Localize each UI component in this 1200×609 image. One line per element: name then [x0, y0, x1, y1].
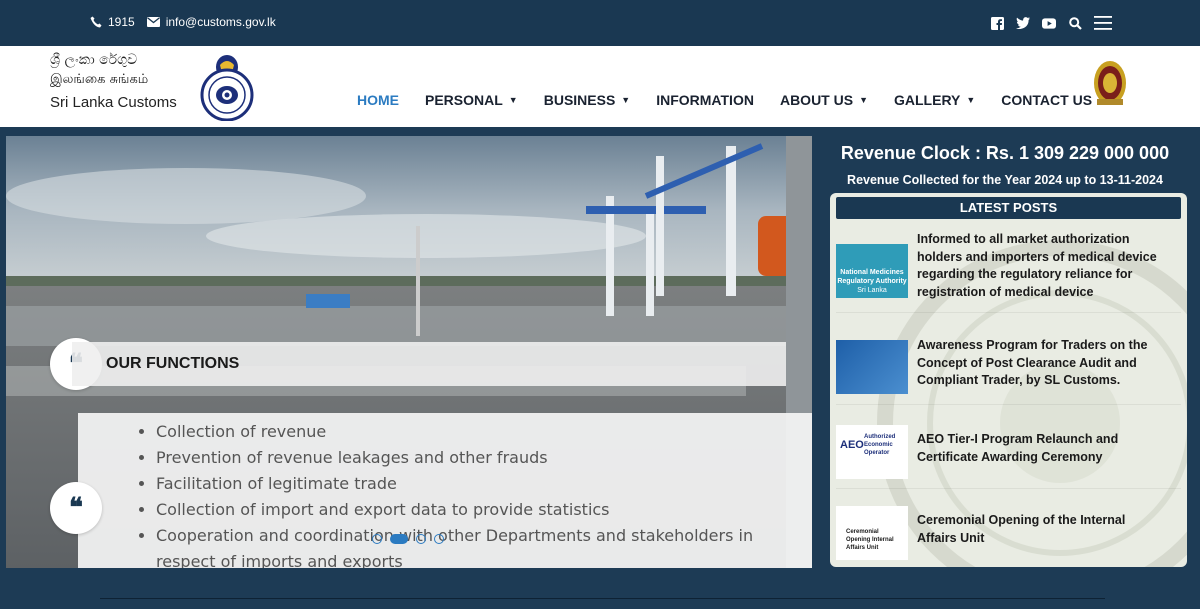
revenue-clock: Revenue Clock : Rs. 1 309 229 000 000 — [840, 143, 1170, 163]
post-title[interactable]: Informed to all market authorization hol… — [917, 231, 1167, 301]
latest-posts-panel: LATEST POSTS National Medicines Regulato… — [830, 193, 1187, 567]
logo-tamil: இலங்கை சுங்கம் — [50, 72, 149, 87]
functions-heading-bar: OUR FUNCTIONS — [72, 342, 786, 386]
facebook-icon[interactable] — [990, 16, 1004, 30]
nav-information[interactable]: INFORMATION — [643, 92, 767, 108]
aeo-logo-text: AEO — [840, 439, 864, 451]
functions-title: OUR FUNCTIONS — [106, 355, 240, 372]
function-item: Prevention of revenue leakages and other… — [156, 445, 812, 471]
post-item[interactable]: Authorized Economic Operator AEO AEO Tie… — [836, 407, 1181, 489]
caret-down-icon: ▼ — [859, 95, 868, 105]
national-emblem-icon — [1094, 61, 1126, 105]
caret-down-icon: ▼ — [621, 95, 631, 105]
nav-home-label: HOME — [357, 92, 399, 108]
post-thumbnail[interactable] — [836, 340, 908, 394]
nav-contact-us-label: CONTACT US — [1001, 92, 1093, 108]
email-link[interactable]: info@customs.gov.lk — [146, 15, 276, 29]
post-thumbnail[interactable]: Ceremonial Opening Internal Affairs Unit — [836, 506, 908, 560]
thumbnail-caption: Authorized Economic Operator — [864, 434, 896, 456]
slider-dot[interactable] — [434, 534, 444, 544]
customs-emblem-icon[interactable] — [198, 51, 256, 121]
youtube-icon[interactable] — [1042, 16, 1056, 30]
logo-english: Sri Lanka Customs — [50, 94, 177, 111]
nav-business[interactable]: BUSINESS ▼ — [531, 92, 644, 108]
phone-number: 1915 — [108, 15, 135, 29]
slider-dot[interactable] — [372, 534, 382, 544]
thumbnail-subcaption: Sri Lanka — [857, 287, 887, 294]
slider-dot[interactable] — [416, 534, 426, 544]
slider-dot-active[interactable] — [390, 534, 408, 544]
post-title[interactable]: AEO Tier-I Program Relaunch and Certific… — [917, 431, 1167, 466]
thumbnail-caption: Ceremonial Opening Internal Affairs Unit — [846, 529, 894, 551]
phone-link[interactable]: 1915 — [90, 15, 135, 29]
function-item: Collection of revenue — [156, 419, 812, 445]
function-item: Cooperation and coordination with other … — [156, 523, 812, 568]
thumbnail-caption: National Medicines Regulatory Authority — [837, 269, 907, 285]
post-title[interactable]: Awareness Program for Traders on the Con… — [917, 337, 1167, 390]
email-address: info@customs.gov.lk — [165, 15, 276, 29]
hero-slider[interactable]: ❝ OUR FUNCTIONS Collection of revenue Pr… — [6, 136, 812, 568]
nav-contact-us[interactable]: CONTACT US — [988, 92, 1105, 108]
function-item: Facilitation of legitimate trade — [156, 471, 812, 497]
main-navigation: HOME PERSONAL ▼ BUSINESS ▼ INFORMATION ABO… — [344, 92, 1105, 108]
quote-badge: ❝ — [50, 482, 102, 534]
nav-about-us[interactable]: ABOUT US ▼ — [767, 92, 881, 108]
top-bar: 1915 info@customs.gov.lk — [0, 0, 1200, 46]
post-thumbnail[interactable]: Authorized Economic Operator AEO — [836, 425, 908, 479]
envelope-icon — [146, 17, 160, 27]
slider-pagination — [372, 534, 444, 544]
twitter-icon[interactable] — [1016, 16, 1030, 30]
post-item[interactable]: National Medicines Regulatory Authority … — [836, 231, 1181, 313]
nav-home[interactable]: HOME — [344, 92, 412, 108]
search-icon[interactable] — [1068, 16, 1082, 30]
nav-information-label: INFORMATION — [656, 92, 754, 108]
nav-business-label: BUSINESS — [543, 92, 616, 108]
site-logo-text[interactable]: ශ්‍රී ලංකා රේගුව இலங்கை சுங்கம் Sri Lank… — [50, 52, 200, 111]
post-thumbnail[interactable]: National Medicines Regulatory Authority … — [836, 244, 908, 298]
nav-personal-label: PERSONAL — [425, 92, 503, 108]
menu-icon[interactable] — [1094, 16, 1112, 30]
site-header: ශ්‍රී ලංකා රේගුව இலங்கை சுங்கம் Sri Lank… — [0, 46, 1200, 127]
revenue-subtitle: Revenue Collected for the Year 2024 up t… — [847, 173, 1163, 187]
caret-down-icon: ▼ — [966, 95, 976, 105]
caret-down-icon: ▼ — [508, 95, 518, 105]
aeo-logo: AEO — [840, 439, 864, 451]
function-item: Collection of import and export data to … — [156, 497, 812, 523]
latest-posts-heading: LATEST POSTS — [836, 197, 1181, 219]
phone-icon — [90, 16, 102, 28]
nav-personal[interactable]: PERSONAL ▼ — [412, 92, 531, 108]
nav-gallery[interactable]: GALLERY ▼ — [881, 92, 988, 108]
nav-about-us-label: ABOUT US — [779, 92, 854, 108]
logo-sinhala: ශ්‍රී ලංකා රේගුව — [50, 52, 138, 68]
nav-gallery-label: GALLERY — [894, 92, 961, 108]
post-item[interactable]: Awareness Program for Traders on the Con… — [836, 323, 1181, 405]
social-links — [990, 16, 1112, 30]
post-item[interactable]: Ceremonial Opening Internal Affairs Unit… — [836, 490, 1181, 567]
functions-list: Collection of revenue Prevention of reve… — [78, 413, 812, 568]
contact-info: 1915 info@customs.gov.lk — [90, 15, 276, 29]
post-title[interactable]: Ceremonial Opening of the Internal Affai… — [917, 512, 1167, 547]
footer-divider — [100, 598, 1105, 599]
